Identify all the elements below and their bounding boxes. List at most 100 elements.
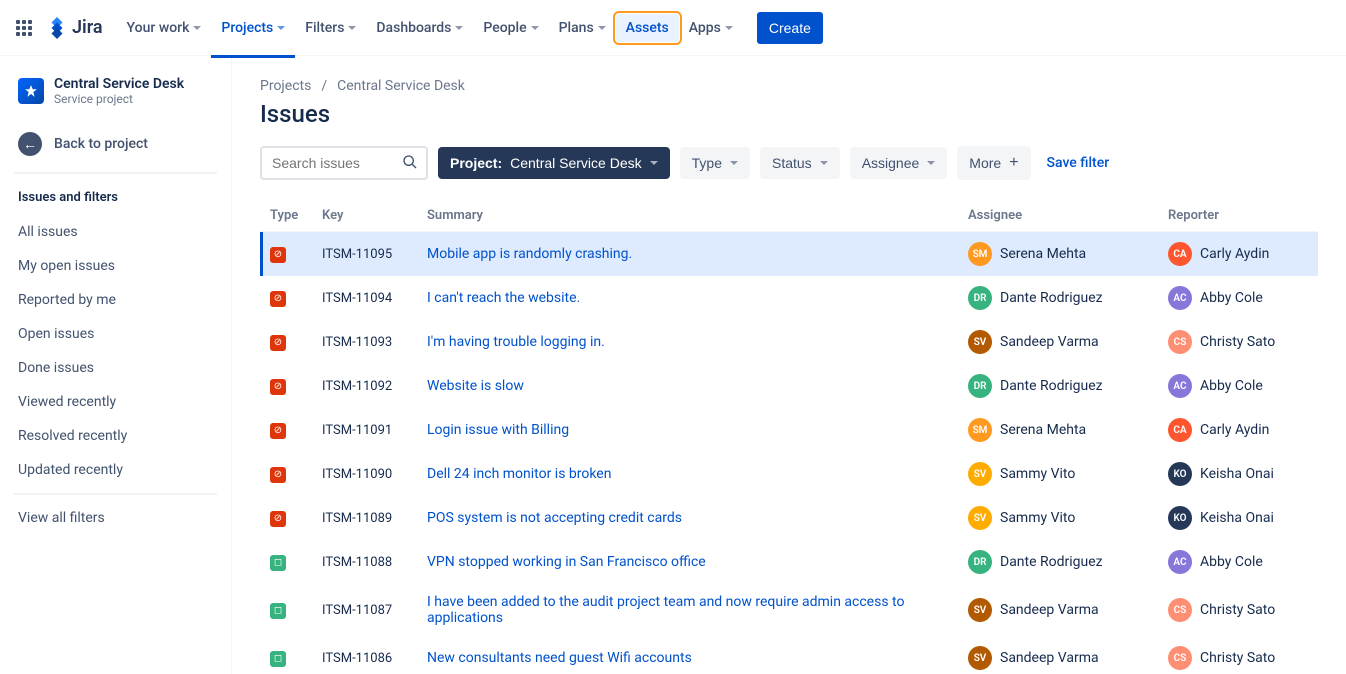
assignee-cell: DRDante Rodriguez — [968, 286, 1148, 310]
issue-summary-link[interactable]: Login issue with Billing — [427, 422, 569, 438]
assignee-cell: SVSandeep Varma — [968, 646, 1148, 670]
sidebar-filter-updated-recently[interactable]: Updated recently — [10, 453, 221, 487]
issue-key: ITSM-11092 — [312, 364, 417, 408]
table-row[interactable]: ITSM-11091 Login issue with Billing SMSere… — [260, 408, 1318, 452]
reporter-cell: CACarly Aydin — [1168, 418, 1308, 442]
assignee-name: Sammy Vito — [1000, 510, 1075, 526]
avatar: CS — [1168, 330, 1192, 354]
table-row[interactable]: ITSM-11095 Mobile app is randomly crashin… — [260, 232, 1318, 277]
project-filter-pill[interactable]: Project: Central Service Desk — [438, 147, 670, 179]
chevron-down-icon — [531, 26, 539, 30]
request-type-icon — [270, 603, 286, 619]
divider — [14, 493, 217, 495]
issue-summary-link[interactable]: VPN stopped working in San Francisco off… — [427, 554, 706, 570]
table-row[interactable]: ITSM-11086New consultants need guest Wif… — [260, 636, 1318, 674]
issue-summary-link[interactable]: I can't reach the website. — [427, 290, 580, 306]
table-row[interactable]: ITSM-11087I have been added to the audit… — [260, 584, 1318, 636]
sidebar-filter-my-open-issues[interactable]: My open issues — [10, 249, 221, 283]
table-row[interactable]: ITSM-11094 I can't reach the website. DRDa… — [260, 276, 1318, 320]
col-header-type[interactable]: Type — [260, 200, 312, 232]
nav-item-projects[interactable]: Projects — [211, 14, 295, 42]
sidebar-filter-done-issues[interactable]: Done issues — [10, 351, 221, 385]
issue-key: ITSM-11094 — [312, 276, 417, 320]
nav-item-your-work[interactable]: Your work — [117, 14, 212, 42]
jira-logo-text: Jira — [72, 17, 103, 38]
issue-summary-link[interactable]: Mobile app is randomly crashing. — [427, 246, 632, 262]
reporter-cell: ACAbby Cole — [1168, 374, 1308, 398]
avatar: SV — [968, 462, 992, 486]
col-header-summary[interactable]: Summary — [417, 200, 958, 232]
request-type-icon — [270, 555, 286, 571]
avatar: SV — [968, 598, 992, 622]
incident-type-icon — [270, 379, 286, 395]
reporter-cell: CSChristy Sato — [1168, 646, 1308, 670]
assignee-cell: SV Sammy Vito — [968, 506, 1148, 530]
breadcrumb-project[interactable]: Central Service Desk — [337, 78, 465, 94]
back-to-project-link[interactable]: ← Back to project — [10, 122, 221, 166]
project-filter-label: Project: — [450, 155, 502, 171]
table-row[interactable]: ITSM-11090Dell 24 inch monitor is broken… — [260, 452, 1318, 496]
nav-item-dashboards[interactable]: Dashboards — [366, 14, 473, 42]
reporter-name: Abby Cole — [1200, 290, 1263, 306]
sidebar-filter-resolved-recently[interactable]: Resolved recently — [10, 419, 221, 453]
col-header-assignee[interactable]: Assignee — [958, 200, 1158, 232]
sidebar-filter-reported-by-me[interactable]: Reported by me — [10, 283, 221, 317]
nav-item-people[interactable]: People — [473, 14, 548, 42]
page-title: Issues — [260, 100, 1318, 128]
issue-summary-link[interactable]: I have been added to the audit project t… — [427, 594, 904, 626]
reporter-name: Christy Sato — [1200, 602, 1275, 618]
issue-summary-link[interactable]: Dell 24 inch monitor is broken — [427, 466, 611, 482]
nav-item-plans[interactable]: Plans — [549, 14, 616, 42]
table-row[interactable]: ITSM-11092Website is slowDRDante Rodrigu… — [260, 364, 1318, 408]
issue-key: ITSM-11091 — [312, 408, 417, 452]
jira-logo[interactable]: Jira — [46, 17, 103, 39]
back-arrow-icon: ← — [18, 132, 42, 156]
issue-summary-link[interactable]: I'm having trouble logging in. — [427, 334, 605, 350]
sidebar: Central Service Desk Service project ← B… — [0, 56, 232, 674]
assignee-name: Dante Rodriguez — [1000, 554, 1103, 570]
chevron-down-icon — [348, 26, 356, 30]
table-row[interactable]: ITSM-11089POS system is not accepting cr… — [260, 496, 1318, 540]
avatar: SM — [968, 242, 992, 266]
more-filter-pill[interactable]: More+ — [957, 146, 1030, 180]
table-row[interactable]: ITSM-11088 VPN stopped working in San Fra… — [260, 540, 1318, 584]
chevron-down-icon — [598, 26, 606, 30]
avatar: AC — [1168, 550, 1192, 574]
col-header-reporter[interactable]: Reporter — [1158, 200, 1318, 232]
sidebar-filter-viewed-recently[interactable]: Viewed recently — [10, 385, 221, 419]
nav-item-filters[interactable]: Filters — [295, 14, 366, 42]
status-filter-pill[interactable]: Status — [760, 147, 840, 179]
issue-summary-link[interactable]: POS system is not accepting credit cards — [427, 510, 682, 526]
type-filter-pill[interactable]: Type — [680, 147, 750, 179]
breadcrumb-projects[interactable]: Projects — [260, 78, 311, 94]
project-subtitle: Service project — [54, 92, 184, 106]
nav-item-assets[interactable]: Assets — [616, 14, 679, 42]
assignee-cell: SMSerena Mehta — [968, 418, 1148, 442]
sidebar-filter-open-issues[interactable]: Open issues — [10, 317, 221, 351]
assignee-cell: SVSandeep Varma — [968, 330, 1148, 354]
create-button[interactable]: Create — [757, 12, 823, 44]
sidebar-project-header[interactable]: Central Service Desk Service project — [10, 76, 221, 106]
reporter-cell: CSChristy Sato — [1168, 598, 1308, 622]
save-filter-link[interactable]: Save filter — [1047, 155, 1110, 171]
assignee-filter-pill[interactable]: Assignee — [850, 147, 948, 179]
nav-item-apps[interactable]: Apps — [679, 14, 743, 42]
sidebar-filter-all-issues[interactable]: All issues — [10, 215, 221, 249]
reporter-name: Carly Aydin — [1200, 246, 1269, 262]
col-header-key[interactable]: Key — [312, 200, 417, 232]
avatar: KO — [1168, 506, 1192, 530]
issue-key: ITSM-11095 — [312, 232, 417, 277]
issue-summary-link[interactable]: New consultants need guest Wifi accounts — [427, 650, 692, 666]
view-all-filters-link[interactable]: View all filters — [10, 501, 221, 535]
table-row[interactable]: ITSM-11093I'm having trouble logging in.… — [260, 320, 1318, 364]
avatar: DR — [968, 374, 992, 398]
app-switcher-icon[interactable] — [12, 16, 36, 40]
main-content: Projects / Central Service Desk Issues P… — [232, 56, 1346, 674]
issue-key: ITSM-11088 — [312, 540, 417, 584]
divider — [14, 172, 217, 174]
reporter-cell: CSChristy Sato — [1168, 330, 1308, 354]
avatar: SV — [968, 506, 992, 530]
assignee-name: Dante Rodriguez — [1000, 290, 1103, 306]
issue-summary-link[interactable]: Website is slow — [427, 378, 524, 394]
project-filter-value: Central Service Desk — [510, 155, 642, 171]
